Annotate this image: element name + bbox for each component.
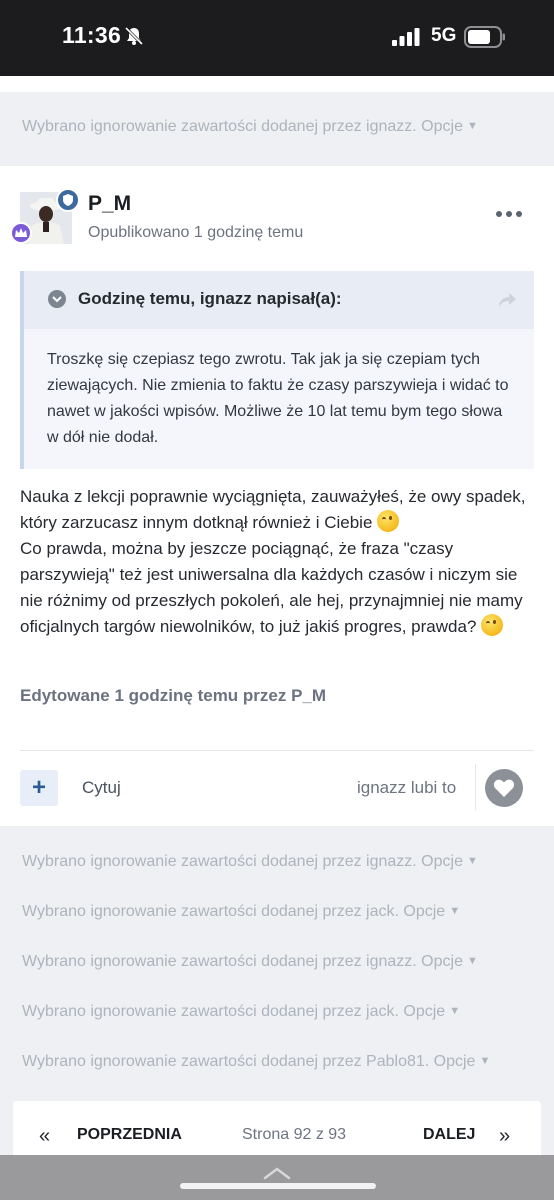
- chevron-up-icon[interactable]: [262, 1166, 292, 1180]
- edited-note: Edytowane 1 godzinę temu przez P_M: [20, 686, 327, 705]
- battery-icon: [464, 26, 505, 48]
- moderator-badge-icon: [56, 188, 80, 212]
- caret-down-icon[interactable]: ▼: [449, 905, 460, 917]
- ignored-content-text: Wybrano ignorowanie zawartości dodanej p…: [22, 118, 463, 135]
- post-text-part2: Co prawda, można by jeszcze pociągnąć, ż…: [20, 539, 523, 636]
- post-timestamp[interactable]: Opublikowano 1 godzinę temu: [88, 224, 303, 242]
- ignored-content-text: Wybrano ignorowanie zawartości dodanej p…: [22, 1003, 446, 1020]
- network-label: 5G: [431, 25, 457, 46]
- ignored-content-text: Wybrano ignorowanie zawartości dodanej p…: [22, 903, 446, 920]
- wink-emoji-icon: [481, 614, 504, 636]
- home-indicator[interactable]: [180, 1183, 376, 1189]
- author-name[interactable]: P_M: [88, 192, 131, 216]
- wink-emoji-icon: [377, 510, 400, 532]
- caret-down-icon[interactable]: ▼: [467, 955, 478, 967]
- bell-muted-icon: [124, 26, 144, 46]
- divider: [475, 764, 476, 810]
- post-text-part1: Nauka z lekcji poprawnie wyciągnięta, za…: [20, 487, 526, 532]
- rank-crown-icon: [10, 222, 32, 244]
- ignored-content-row[interactable]: Wybrano ignorowanie zawartości dodanej p…: [22, 118, 478, 136]
- quote-citation: Godzinę temu, ignazz napisał(a):: [78, 289, 342, 308]
- page-indicator[interactable]: Strona 92 z 93: [242, 1126, 346, 1144]
- top-strip: [0, 76, 554, 92]
- prev-arrow-icon[interactable]: «: [39, 1125, 50, 1148]
- status-time: 11:36: [62, 22, 122, 48]
- caret-down-icon[interactable]: ▼: [479, 1055, 490, 1067]
- ignored-content-row[interactable]: Wybrano ignorowanie zawartości dodanej p…: [22, 903, 460, 921]
- multiquote-plus-button[interactable]: +: [20, 770, 58, 806]
- quote-button[interactable]: Cytuj: [82, 778, 121, 798]
- ignored-content-text: Wybrano ignorowanie zawartości dodanej p…: [22, 1053, 476, 1070]
- status-bar: 11:36 5G: [0, 0, 554, 76]
- caret-down-icon[interactable]: ▼: [467, 855, 478, 867]
- quote-header[interactable]: Godzinę temu, ignazz napisał(a):: [24, 271, 534, 329]
- caret-down-icon[interactable]: ▼: [449, 1005, 460, 1017]
- prev-page-button[interactable]: POPRZEDNIA: [77, 1126, 182, 1144]
- heart-icon: [493, 779, 515, 797]
- share-arrow-icon[interactable]: [496, 289, 518, 311]
- caret-down-icon[interactable]: ▼: [467, 120, 478, 132]
- quote-block: Godzinę temu, ignazz napisał(a): Troszkę…: [20, 271, 534, 469]
- next-arrow-icon[interactable]: »: [499, 1125, 510, 1148]
- ignored-content-row[interactable]: Wybrano ignorowanie zawartości dodanej p…: [22, 1003, 460, 1021]
- quote-text: Troszkę się czepiasz tego zwrotu. Tak ja…: [47, 351, 509, 446]
- ignored-content-text: Wybrano ignorowanie zawartości dodanej p…: [22, 853, 463, 870]
- next-page-button[interactable]: DALEJ: [423, 1126, 475, 1144]
- likes-summary[interactable]: ignazz lubi to: [357, 778, 456, 798]
- more-options-icon[interactable]: [494, 206, 524, 222]
- chevron-down-icon[interactable]: [48, 290, 66, 308]
- post: P_M Opublikowano 1 godzinę temu Godzinę …: [0, 166, 554, 826]
- ignored-content-row[interactable]: Wybrano ignorowanie zawartości dodanej p…: [22, 1053, 490, 1071]
- ignored-content-row[interactable]: Wybrano ignorowanie zawartości dodanej p…: [22, 853, 478, 871]
- ignored-content-text: Wybrano ignorowanie zawartości dodanej p…: [22, 953, 463, 970]
- like-heart-button[interactable]: [485, 769, 523, 807]
- post-content: Nauka z lekcji poprawnie wyciągnięta, za…: [20, 484, 540, 640]
- ignored-content-row[interactable]: Wybrano ignorowanie zawartości dodanej p…: [22, 953, 478, 971]
- signal-icon: [392, 28, 420, 46]
- divider: [20, 750, 534, 751]
